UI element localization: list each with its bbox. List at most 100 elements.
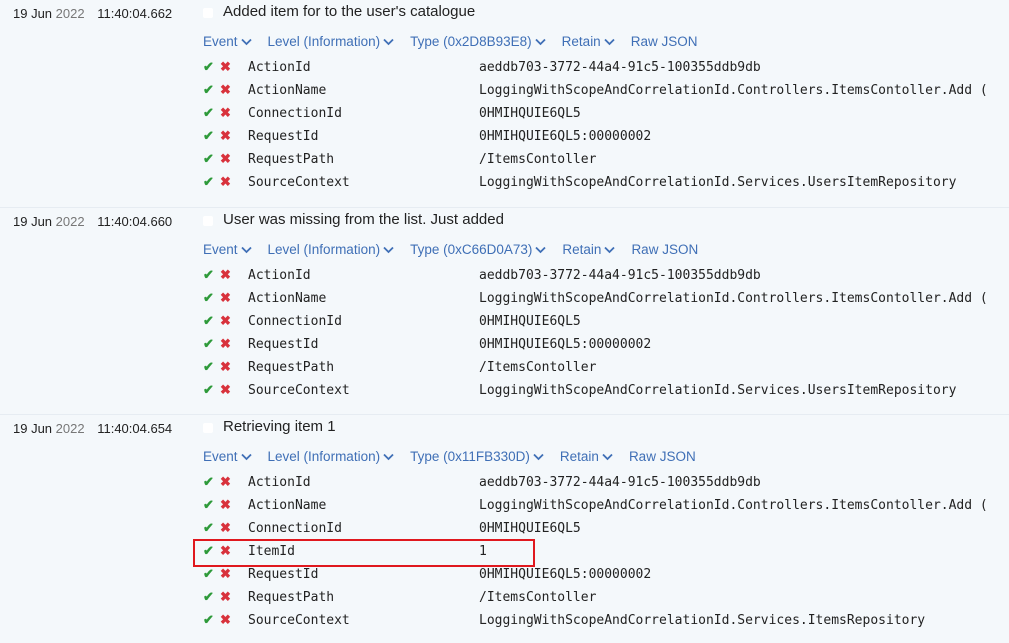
property-key: SourceContext: [248, 175, 350, 190]
exclude-icon[interactable]: ✖: [220, 359, 231, 375]
exclude-icon[interactable]: ✖: [220, 82, 231, 98]
level-menu-button[interactable]: Level (Information): [268, 242, 395, 257]
property-key: RequestPath: [248, 152, 335, 167]
property-value: /ItemsContoller: [479, 152, 597, 167]
exclude-icon[interactable]: ✖: [220, 128, 231, 144]
exclude-icon[interactable]: ✖: [220, 151, 231, 167]
event-toolbar: Event Level (Information) Type (0x2D8B93…: [203, 34, 713, 49]
property-key: ActionName: [248, 83, 327, 98]
include-icon[interactable]: ✔: [203, 290, 214, 306]
type-menu-button[interactable]: Type (0x2D8B93E8): [410, 34, 546, 49]
include-icon[interactable]: ✔: [203, 359, 214, 375]
chevron-down-icon: [604, 38, 615, 45]
exclude-icon[interactable]: ✖: [220, 474, 231, 490]
property-value: 1: [479, 544, 487, 559]
event-menu-button[interactable]: Event: [203, 242, 252, 257]
property-key: SourceContext: [248, 613, 350, 628]
property-key: ActionId: [248, 60, 311, 75]
property-value: 0HMIHQUIE6QL5: [479, 314, 581, 329]
include-icon[interactable]: ✔: [203, 82, 214, 98]
property-key: ActionId: [248, 268, 311, 283]
include-icon[interactable]: ✔: [203, 474, 214, 490]
exclude-icon[interactable]: ✖: [220, 612, 231, 628]
event-timestamp: 19 Jun 2022 11:40:04.654: [13, 421, 173, 436]
exclude-icon[interactable]: ✖: [220, 336, 231, 352]
exclude-icon[interactable]: ✖: [220, 589, 231, 605]
raw-json-link[interactable]: Raw JSON: [631, 242, 698, 257]
include-icon[interactable]: ✔: [203, 497, 214, 513]
log-event[interactable]: 19 Jun 2022 11:40:04.654 Retrieving item…: [0, 414, 1009, 643]
property-value: aeddb703-3772-44a4-91c5-100355ddb9db: [479, 475, 761, 490]
property-key: ActionName: [248, 498, 327, 513]
chevron-down-icon: [383, 453, 394, 460]
include-icon[interactable]: ✔: [203, 267, 214, 283]
raw-json-link[interactable]: Raw JSON: [629, 449, 696, 464]
property-key: ConnectionId: [248, 314, 342, 329]
property-key: SourceContext: [248, 383, 350, 398]
include-icon[interactable]: ✔: [203, 59, 214, 75]
property-key: ActionId: [248, 475, 311, 490]
event-message: Retrieving item 1: [223, 418, 336, 435]
property-value: 0HMIHQUIE6QL5:00000002: [479, 129, 652, 144]
property-key: RequestId: [248, 129, 319, 144]
event-toolbar: Event Level (Information) Type (0xC66D0A…: [203, 242, 714, 257]
include-icon[interactable]: ✔: [203, 382, 214, 398]
retain-menu-button[interactable]: Retain: [562, 34, 615, 49]
property-value: /ItemsContoller: [479, 360, 597, 375]
property-key: ActionName: [248, 291, 327, 306]
property-value: LoggingWithScopeAndCorrelationId.Control…: [479, 291, 988, 306]
property-key: RequestPath: [248, 360, 335, 375]
exclude-icon[interactable]: ✖: [220, 59, 231, 75]
property-value: LoggingWithScopeAndCorrelationId.Service…: [479, 613, 926, 628]
chevron-down-icon: [383, 38, 394, 45]
include-icon[interactable]: ✔: [203, 128, 214, 144]
event-select-checkbox[interactable]: [203, 216, 213, 226]
exclude-icon[interactable]: ✖: [220, 566, 231, 582]
include-icon[interactable]: ✔: [203, 520, 214, 536]
exclude-icon[interactable]: ✖: [220, 497, 231, 513]
exclude-icon[interactable]: ✖: [220, 382, 231, 398]
include-icon[interactable]: ✔: [203, 151, 214, 167]
event-select-checkbox[interactable]: [203, 8, 213, 18]
level-menu-button[interactable]: Level (Information): [268, 34, 395, 49]
event-timestamp: 19 Jun 2022 11:40:04.662: [13, 6, 173, 21]
property-value: LoggingWithScopeAndCorrelationId.Control…: [479, 83, 988, 98]
include-icon[interactable]: ✔: [203, 336, 214, 352]
chevron-down-icon: [604, 246, 616, 253]
include-icon[interactable]: ✔: [203, 313, 214, 329]
retain-menu-button[interactable]: Retain: [562, 242, 616, 257]
chevron-down-icon: [535, 246, 547, 253]
property-key: ItemId: [248, 544, 295, 559]
exclude-icon[interactable]: ✖: [220, 543, 231, 559]
log-event[interactable]: 19 Jun 2022 11:40:04.662 Added item for …: [0, 0, 1009, 207]
include-icon[interactable]: ✔: [203, 174, 214, 190]
exclude-icon[interactable]: ✖: [220, 267, 231, 283]
property-key: ConnectionId: [248, 106, 342, 121]
exclude-icon[interactable]: ✖: [220, 520, 231, 536]
event-menu-button[interactable]: Event: [203, 34, 252, 49]
include-icon[interactable]: ✔: [203, 105, 214, 121]
exclude-icon[interactable]: ✖: [220, 313, 231, 329]
raw-json-link[interactable]: Raw JSON: [631, 34, 698, 49]
type-menu-button[interactable]: Type (0xC66D0A73): [410, 242, 547, 257]
retain-menu-button[interactable]: Retain: [560, 449, 613, 464]
property-value: /ItemsContoller: [479, 590, 597, 605]
property-value: LoggingWithScopeAndCorrelationId.Service…: [479, 175, 957, 190]
exclude-icon[interactable]: ✖: [220, 174, 231, 190]
type-menu-button[interactable]: Type (0x11FB330D): [410, 449, 544, 464]
include-icon[interactable]: ✔: [203, 589, 214, 605]
include-icon[interactable]: ✔: [203, 543, 214, 559]
exclude-icon[interactable]: ✖: [220, 105, 231, 121]
include-icon[interactable]: ✔: [203, 566, 214, 582]
include-icon[interactable]: ✔: [203, 612, 214, 628]
event-select-checkbox[interactable]: [203, 423, 213, 433]
chevron-down-icon: [535, 38, 546, 45]
level-menu-button[interactable]: Level (Information): [268, 449, 395, 464]
exclude-icon[interactable]: ✖: [220, 290, 231, 306]
log-event[interactable]: 19 Jun 2022 11:40:04.660 User was missin…: [0, 207, 1009, 415]
property-key: RequestId: [248, 567, 319, 582]
property-value: 0HMIHQUIE6QL5:00000002: [479, 337, 652, 352]
event-menu-button[interactable]: Event: [203, 449, 252, 464]
property-value: LoggingWithScopeAndCorrelationId.Service…: [479, 383, 957, 398]
event-timestamp: 19 Jun 2022 11:40:04.660: [13, 214, 173, 229]
